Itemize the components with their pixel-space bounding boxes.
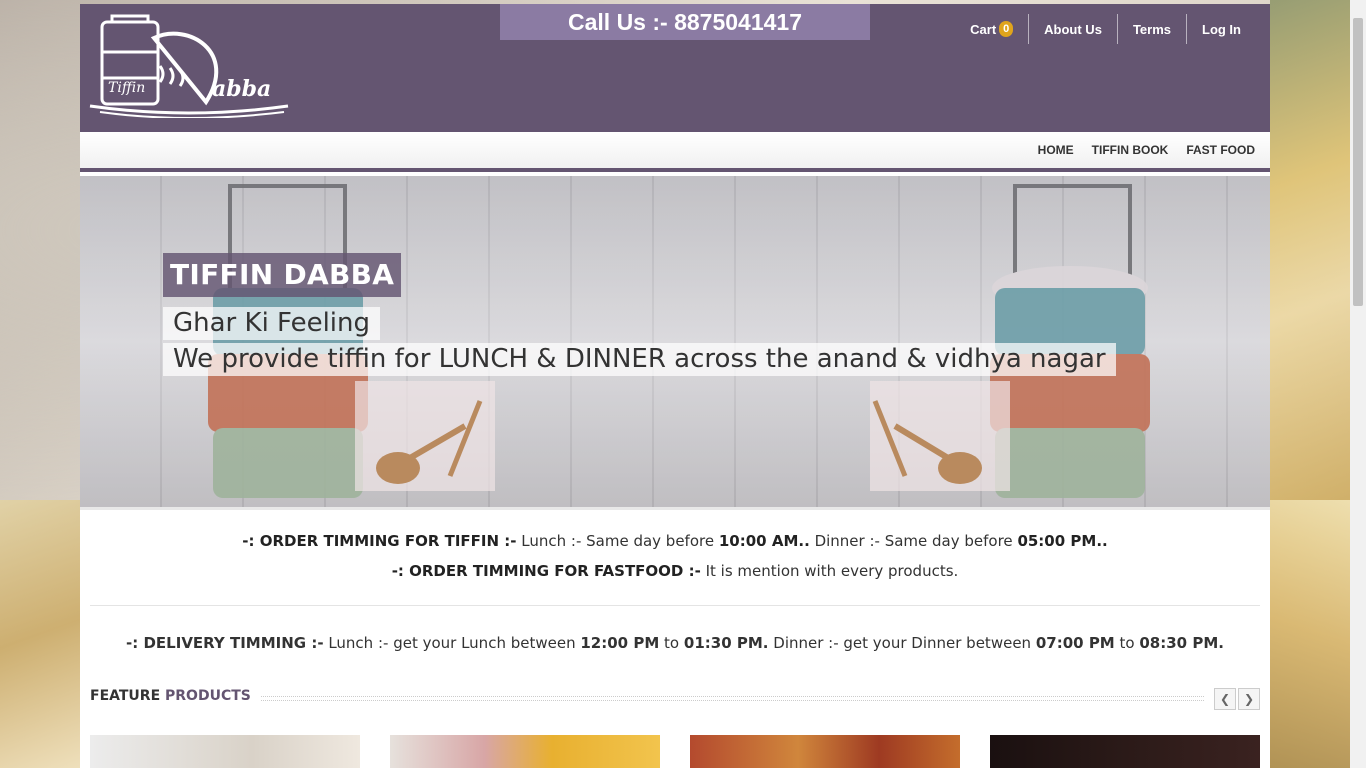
- delivery-lunch-to: 01:30 PM.: [683, 634, 769, 652]
- call-us-banner: Call Us :- 8875041417: [500, 4, 870, 40]
- carousel-controls: ❮ ❯: [1214, 688, 1260, 710]
- delivery-dinner-text: Dinner :- get your Dinner between: [773, 634, 1032, 652]
- page-scrollbar[interactable]: [1350, 0, 1366, 768]
- nav-fast-food[interactable]: FAST FOOD: [1177, 143, 1264, 157]
- feature-products-heading: FEATURE PRODUCTS: [90, 688, 261, 704]
- dinner-order-time: 05:00 PM..: [1017, 532, 1108, 550]
- nav-tiffin-book[interactable]: TIFFIN BOOK: [1083, 143, 1178, 157]
- logo-script-text: abba: [212, 76, 272, 102]
- delivery-to-2: to: [1119, 634, 1135, 652]
- fastfood-timing-label: -: ORDER TIMMING FOR FASTFOOD :-: [391, 562, 701, 580]
- section-divider: [90, 605, 1260, 606]
- site-header: Tiffin abba Call Us :- 8875041417 Cart 0…: [80, 4, 1270, 132]
- product-card-image[interactable]: [390, 735, 660, 768]
- delivery-dinner-to: 08:30 PM.: [1139, 634, 1224, 652]
- fastfood-timing-text: It is mention with every products.: [705, 562, 959, 580]
- order-timing-info: -: ORDER TIMMING FOR TIFFIN :- Lunch :- …: [80, 526, 1270, 586]
- tiffin-timing-line: -: ORDER TIMMING FOR TIFFIN :- Lunch :- …: [80, 526, 1270, 556]
- delivery-to-1: to: [664, 634, 680, 652]
- product-card-image[interactable]: [690, 735, 960, 768]
- fastfood-timing-line: -: ORDER TIMMING FOR FASTFOOD :- It is m…: [80, 556, 1270, 586]
- main-nav: HOME TIFFIN BOOK FAST FOOD: [80, 132, 1270, 172]
- hero-banner: TIFFIN DABBA Ghar Ki Feeling We provide …: [80, 176, 1270, 507]
- nav-home[interactable]: HOME: [1029, 143, 1083, 157]
- scrollbar-thumb[interactable]: [1353, 18, 1363, 306]
- chevron-left-icon[interactable]: ❮: [1214, 688, 1236, 710]
- about-us-link[interactable]: About Us: [1028, 14, 1117, 44]
- delivery-timing-info: -: DELIVERY TIMMING :- Lunch :- get your…: [80, 628, 1270, 658]
- hero-title: TIFFIN DABBA: [163, 253, 402, 297]
- lunch-order-text: Lunch :- Same day before: [521, 532, 715, 550]
- site-logo[interactable]: Tiffin abba: [88, 12, 292, 119]
- tiffin-timing-label: -: ORDER TIMMING FOR TIFFIN :-: [242, 532, 517, 550]
- hero-subtitle-2: We provide tiffin for LUNCH & DINNER acr…: [163, 343, 1116, 376]
- page-container: Tiffin abba Call Us :- 8875041417 Cart 0…: [80, 4, 1270, 768]
- tiffin-illustration: [208, 184, 1150, 498]
- cart-link[interactable]: Cart 0: [955, 14, 1028, 44]
- background-pasta-image-left: [0, 500, 80, 768]
- hero-subtitle-1: Ghar Ki Feeling: [163, 307, 381, 340]
- cart-label: Cart: [970, 21, 997, 37]
- lunch-order-time: 10:00 AM..: [718, 532, 810, 550]
- logo-small-text: Tiffin: [108, 80, 146, 96]
- delivery-dinner-from: 07:00 PM: [1035, 634, 1115, 652]
- featured-products-row: [90, 735, 1260, 768]
- product-card-image[interactable]: [90, 735, 360, 768]
- delivery-timing-label: -: DELIVERY TIMMING :-: [126, 634, 324, 652]
- feature-heading-word-2: PRODUCTS: [165, 688, 251, 704]
- top-nav: Cart 0 About Us Terms Log In: [955, 14, 1256, 44]
- terms-link[interactable]: Terms: [1116, 14, 1186, 44]
- hero-divider: [80, 507, 1270, 510]
- feature-heading-word-1: FEATURE: [90, 688, 161, 704]
- product-card-image[interactable]: [990, 735, 1260, 768]
- cart-count-badge: 0: [999, 21, 1014, 37]
- chevron-right-icon[interactable]: ❯: [1238, 688, 1260, 710]
- dinner-order-text: Dinner :- Same day before: [814, 532, 1013, 550]
- delivery-lunch-text: Lunch :- get your Lunch between: [328, 634, 576, 652]
- login-link[interactable]: Log In: [1186, 14, 1256, 44]
- delivery-lunch-from: 12:00 PM: [580, 634, 660, 652]
- feature-heading-rule: [250, 696, 1204, 701]
